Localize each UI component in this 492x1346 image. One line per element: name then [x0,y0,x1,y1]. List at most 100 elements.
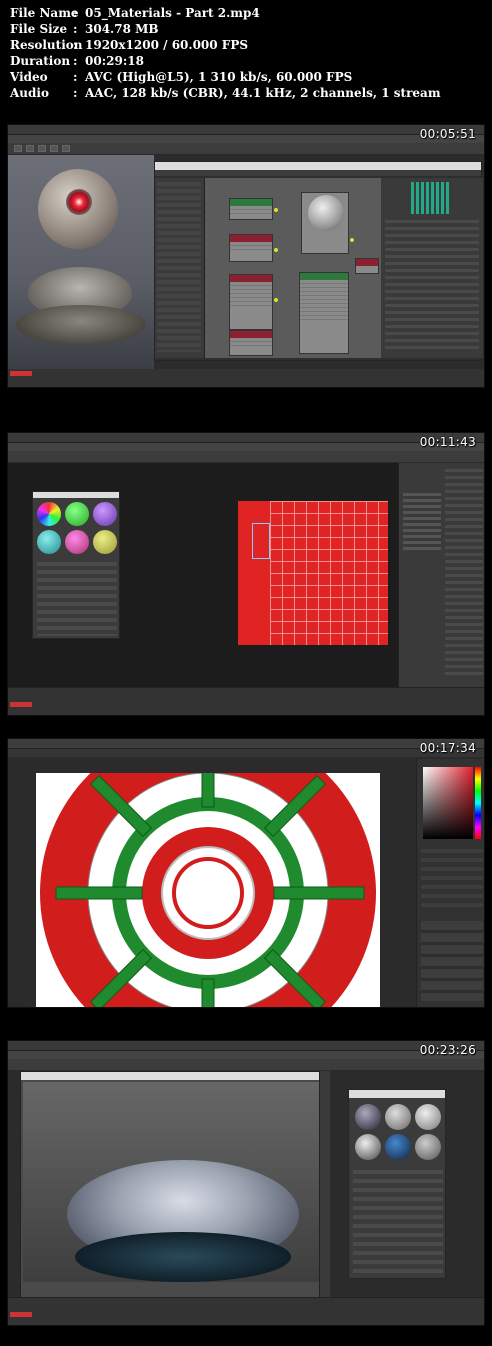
editor-titlebar [349,1090,445,1098]
menu-bar [8,135,484,143]
editor-titlebar [155,162,481,170]
ring-texture-svg [40,773,376,1007]
menu-bar [8,443,484,451]
info-key: File Size [10,22,68,36]
properties-panel [421,849,483,909]
tool-icon [26,145,34,152]
info-value: 1920x1200 / 60.000 FPS [85,38,249,52]
command-panel[interactable] [398,463,484,689]
material-slot-sphere[interactable] [355,1104,381,1130]
info-key: Video [10,70,48,84]
info-value: 304.78 MB [85,22,159,36]
slate-material-editor[interactable] [154,161,483,361]
info-key: File Name [10,6,79,20]
window-titlebar [8,125,484,135]
max-script-button[interactable] [10,371,32,376]
node-view[interactable] [205,178,381,358]
main-toolbar [8,143,484,155]
material-slot-sphere[interactable] [37,502,61,526]
timestamp: 00:23:26 [419,1043,476,1057]
thumbnail-3[interactable]: 00:17:34 [7,738,485,1008]
compact-material-editor[interactable] [32,491,120,639]
map-node[interactable] [355,258,379,274]
main-toolbar [8,451,484,463]
tool-icon [38,145,46,152]
status-bar [8,1297,484,1325]
max-script-button[interactable] [10,702,32,707]
unwrap-parameters [445,469,483,679]
editor-menubar [155,170,481,176]
uv-selection [252,523,270,559]
timestamp: 00:11:43 [419,435,476,449]
max-script-button[interactable] [10,1312,32,1317]
saucer-base [75,1232,291,1282]
parameter-rows [385,220,479,350]
material-slot-sphere[interactable] [93,502,117,526]
tool-icon [62,145,70,152]
timestamp: 00:17:34 [419,741,476,755]
window-titlebar [8,1041,484,1051]
material-slot-sphere[interactable] [93,530,117,554]
info-colon: : [73,22,78,36]
hue-slider[interactable] [475,767,481,839]
map-node[interactable] [229,234,273,262]
info-colon: : [73,38,78,52]
pedestal-base [16,305,146,345]
timestamp: 00:05:51 [419,127,476,141]
info-colon: : [73,6,78,20]
material-slot-sphere[interactable] [65,530,89,554]
browser-list [157,182,201,352]
viewport-divider [320,1071,330,1299]
info-key: Duration [10,54,71,68]
window-titlebar [8,433,484,443]
menu-bar [8,1051,484,1059]
material-slot-sphere[interactable] [355,1134,381,1160]
window-titlebar [8,739,484,749]
info-value: AVC (High@L5), 1 310 kb/s, 60.000 FPS [85,70,353,84]
material-slot-sphere[interactable] [65,502,89,526]
material-preview-sphere [308,195,344,231]
info-colon: : [73,70,78,84]
timeline-status [8,369,484,387]
bitmap-node[interactable] [299,272,349,354]
material-node[interactable] [301,192,349,254]
thumbnail-2[interactable]: 00:11:43 [7,432,485,716]
map-node[interactable] [229,330,273,356]
vray-frame-buffer[interactable] [20,1071,320,1299]
material-browser[interactable] [155,178,205,358]
main-toolbar [8,1059,484,1071]
map-node[interactable] [229,198,273,220]
layers-panel[interactable] [421,921,483,1001]
tool-icon [50,145,58,152]
modifier-stack [403,493,441,553]
parameter-editor[interactable] [381,178,483,358]
info-key: Audio [10,86,49,100]
material-parameters [37,562,117,636]
info-colon: : [73,54,78,68]
editor-titlebar [33,492,119,498]
material-slot-sphere[interactable] [415,1104,441,1130]
map-node[interactable] [229,274,273,330]
thumbnail-1[interactable]: 00:05:51 [7,124,485,388]
photoshop-panels[interactable] [416,759,484,1007]
vfb-titlebar [21,1072,319,1080]
info-key: Resolution [10,38,83,52]
material-editor-window[interactable] [348,1089,446,1279]
options-bar [8,749,484,757]
material-parameters [353,1170,443,1274]
render-viewport [8,155,154,369]
material-slot-sphere[interactable] [385,1104,411,1130]
navigator-preview [411,182,451,214]
material-slot-sphere[interactable] [415,1134,441,1160]
color-picker[interactable] [423,767,473,839]
vfb-render [23,1082,319,1282]
material-slot-sphere[interactable] [37,530,61,554]
media-info-header: File Name : 05_Materials - Part 2.mp4 Fi… [0,0,492,112]
photoshop-canvas[interactable] [36,773,380,1007]
info-value: 00:29:18 [85,54,144,68]
info-value: AAC, 128 kb/s (CBR), 44.1 kHz, 2 channel… [85,86,441,100]
info-value: 05_Materials - Part 2.mp4 [85,6,260,20]
material-slot-sphere[interactable] [385,1134,411,1160]
tools-panel[interactable] [8,759,26,1007]
thumbnail-4[interactable]: 00:23:26 [7,1040,485,1326]
